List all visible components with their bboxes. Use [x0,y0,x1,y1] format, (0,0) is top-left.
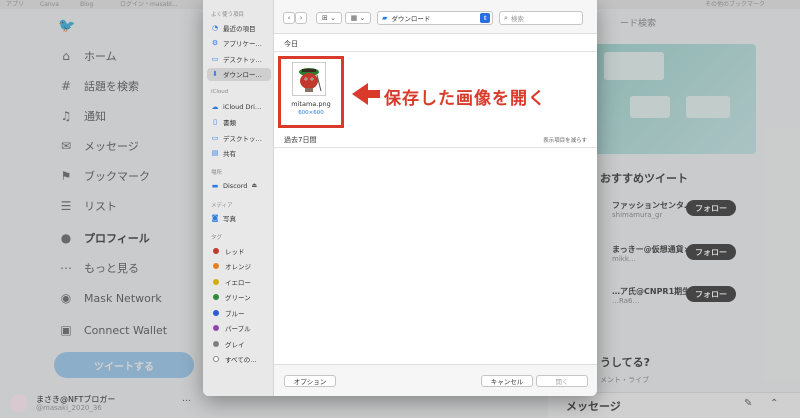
dialog-search-input[interactable]: ⌕ 検索 [499,11,583,25]
sidebar-tag[interactable]: ブルー [207,306,271,319]
sidebar-item-label: アプリケー… [223,40,262,48]
folder-icon: ▰ [382,14,388,22]
sidebar-item-desktop[interactable]: ▭ デスクトッ… [207,131,271,144]
dialog-footer: オプション キャンセル 開く [274,364,597,396]
sidebar-tag[interactable]: グリーン [207,291,271,304]
open-button[interactable]: 開く [536,375,588,387]
tag-color-dot-icon [213,263,219,269]
search-placeholder: 検索 [510,15,524,23]
updown-chevron-icon: ⇕ [480,13,490,23]
past-week-section-header: 過去7日間 表示項目を減らす [274,130,597,148]
sidebar-item-disk[interactable]: ▬ Discord ⏏ [207,179,271,192]
tag-color-dot-icon [213,340,219,347]
tag-color-dot-icon [213,278,219,285]
sidebar-item-label: 書類 [223,119,236,127]
sidebar-item-shared-folder[interactable]: ▤ 共有 [207,147,271,160]
location-label: ダウンロード [391,15,431,23]
sidebar-item-label: 写真 [223,215,236,223]
sidebar-item-document[interactable]: ▯ 書類 [207,116,271,129]
sidebar-item-label: 共有 [223,150,236,158]
sidebar-section-header: iCloud [211,89,229,95]
tag-color-dot-icon [213,325,219,331]
sidebar-tag-label: オレンジ [225,263,251,271]
avatar [10,394,28,412]
desktop-icon: ▭ [211,54,219,63]
past-week-label: 過去7日間 [284,136,317,144]
file-dimensions: 600×600 [298,110,324,116]
sidebar-item-label: デスクトッ… [223,134,262,143]
sidebar-tag[interactable]: レッド [207,244,271,257]
options-button[interactable]: オプション [284,375,336,387]
sidebar-item-desktop[interactable]: ▭ デスクトッ… [207,52,271,65]
location-select[interactable]: ▰ ダウンロード ⇕ [377,11,493,25]
sidebar-item-label: デスクトッ… [223,55,262,64]
tag-color-dot-icon [213,247,219,254]
mitama-character-icon [299,68,322,92]
camera-icon: ◙ [211,214,219,222]
file-thumbnail[interactable] [292,62,326,96]
sidebar-section-header: よく使う項目 [211,12,245,18]
sidebar-item-apps[interactable]: ⚙ アプリケー… [207,37,271,50]
sidebar-tag-label: すべての… [225,356,257,364]
sidebar-section-header: タグ [211,235,223,241]
shared-folder-icon: ▤ [211,149,219,157]
sidebar-item-label: 最近の項目 [223,24,256,33]
sidebar-tag[interactable]: イエロー [207,275,271,288]
sidebar-section-header: 場所 [211,170,223,176]
sidebar-item-camera[interactable]: ◙ 写真 [207,212,271,225]
view-mode-button[interactable]: ⊞ ⌄ [316,12,342,24]
account-switcher[interactable]: まさき@NFTブロガー @masaki_2020_36… [10,392,200,418]
profile-handle: @masaki_2020_36 [36,404,102,412]
sidebar-item-cloud[interactable]: ☁ iCloud Dri… [207,100,271,113]
tag-color-dot-icon [213,309,219,316]
document-icon: ▯ [213,118,217,126]
open-file-dialog: よく使う項目 ◔ 最近の項目 ⚙ アプリケー… ▭ デスクトッ… ⬇ ダウンロー… iCloud ☁… [203,0,597,396]
sidebar-tag[interactable]: オレンジ [207,260,271,273]
dialog-toolbar: ‹ › ⊞ ⌄ ▦ ⌄ ▰ ダウンロード ⇕ ⌕ 検索 [274,0,597,34]
sidebar-tag[interactable]: すべての… [207,353,271,366]
today-section-header: 今日 [274,34,597,52]
search-icon: ⌕ [504,13,508,22]
group-mode-button[interactable]: ▦ ⌄ [345,12,371,24]
cancel-button[interactable]: キャンセル [481,375,533,387]
file-browser: 今日 mitama.png 600×600 保存した画像を開く 過去7日間 表示… [274,34,597,364]
sidebar-tag[interactable]: グレイ [207,337,271,350]
file-name[interactable]: mitama.png [278,100,344,108]
sidebar-tag-label: パープル [225,325,251,333]
more-icon[interactable]: … [182,394,191,404]
annotation-arrow-shaft [366,90,380,98]
cloud-icon: ☁ [211,102,219,111]
sidebar-item-clock[interactable]: ◔ 最近の項目 [207,21,271,34]
sidebar-item-label: ダウンロー… [223,71,262,79]
finder-sidebar: よく使う項目 ◔ 最近の項目 ⚙ アプリケー… ▭ デスクトッ… ⬇ ダウンロー… iCloud ☁… [203,0,274,396]
annotation-text: 保存した画像を開く [384,89,546,109]
sidebar-tag-label: グリーン [225,294,251,302]
sidebar-tag-label: イエロー [225,278,251,287]
sidebar-tag[interactable]: パープル [207,322,271,335]
sidebar-item-download[interactable]: ⬇ ダウンロー… [207,67,271,81]
tag-color-dot-icon [213,356,219,362]
disk-icon: ▬ [211,181,219,190]
download-icon: ⬇ [212,70,218,78]
sidebar-tag-label: グレイ [225,340,245,349]
apps-icon: ⚙ [211,39,219,47]
tag-color-dot-icon [213,294,219,300]
show-fewer-link[interactable]: 表示項目を減らす [543,136,587,144]
eject-icon[interactable]: ⏏ [251,182,257,189]
desktop-icon: ▭ [211,133,219,142]
forward-button[interactable]: › [295,12,307,24]
sidebar-item-label: iCloud Dri… [223,102,262,111]
sidebar-item-label: Discord [223,181,248,190]
clock-icon: ◔ [211,23,219,32]
back-button[interactable]: ‹ [283,12,295,24]
today-label: 今日 [284,40,298,48]
sidebar-section-header: メディア [211,202,233,209]
sidebar-tag-label: レッド [225,247,245,256]
sidebar-tag-label: ブルー [225,309,245,318]
